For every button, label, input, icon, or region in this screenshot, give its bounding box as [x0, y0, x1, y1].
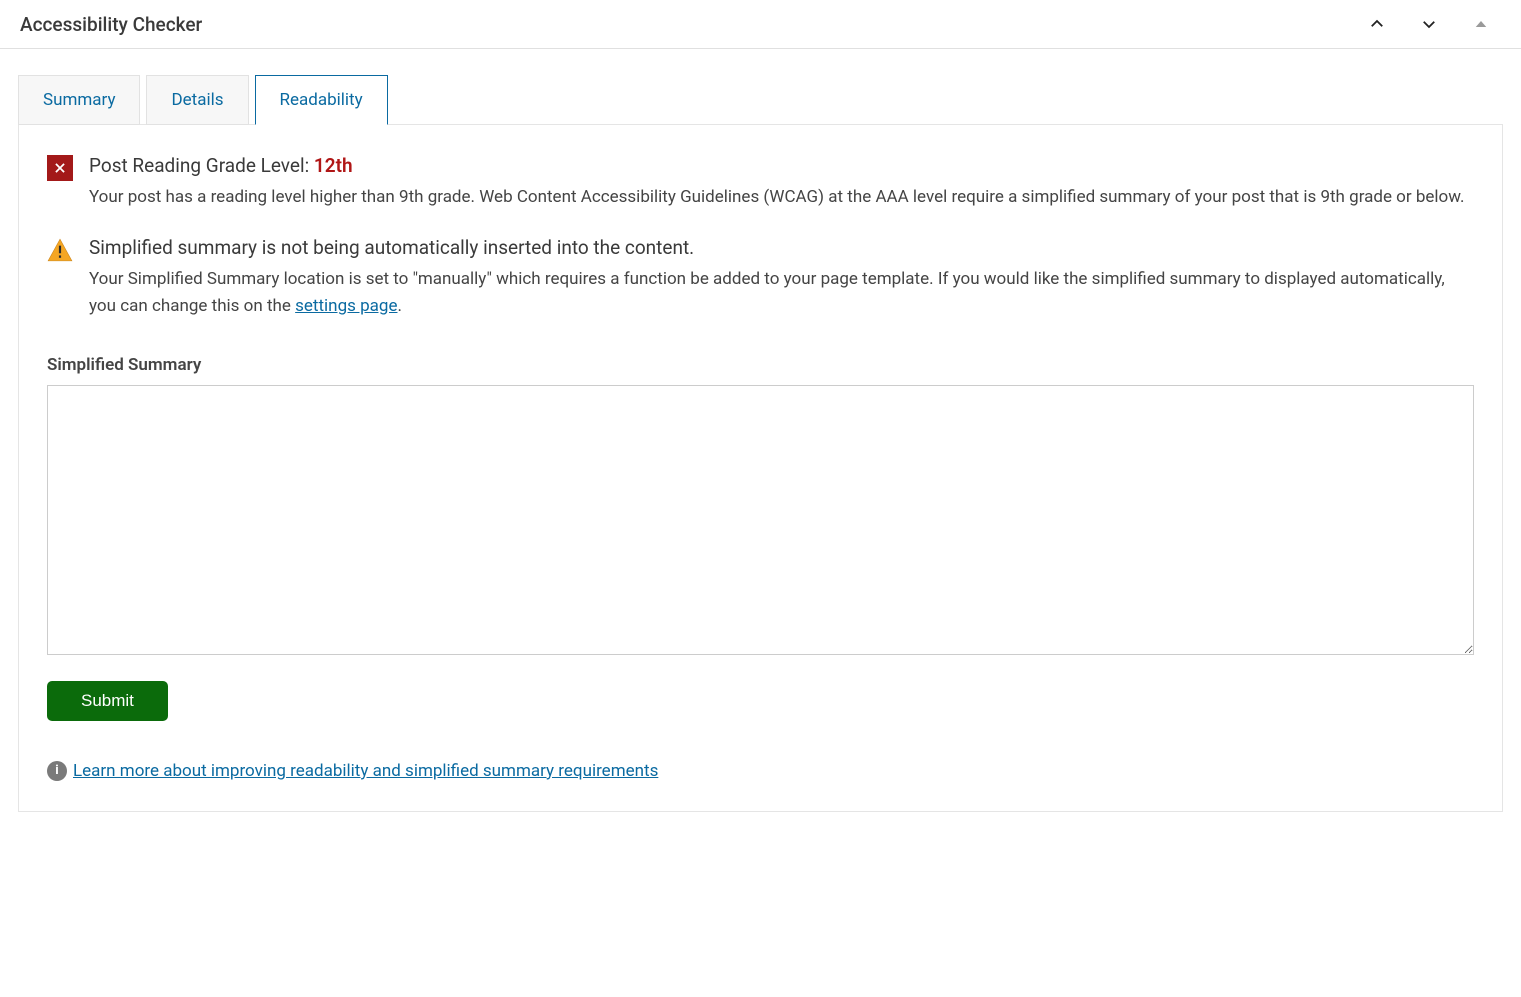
learn-more-link[interactable]: Learn more about improving readability a…: [73, 761, 658, 781]
simplified-summary-label: Simplified Summary: [47, 355, 1474, 375]
info-icon: i: [47, 761, 67, 781]
chevron-up-icon[interactable]: [1363, 10, 1391, 38]
grade-level-notice-body: Post Reading Grade Level: 12th Your post…: [89, 151, 1474, 211]
grade-level-value: 12th: [314, 154, 353, 177]
tab-summary[interactable]: Summary: [18, 75, 140, 125]
insertion-notice-description: Your Simplified Summary location is set …: [89, 266, 1474, 319]
tab-details[interactable]: Details: [146, 75, 248, 125]
learn-more-row: i Learn more about improving readability…: [47, 761, 1474, 781]
chevron-down-icon[interactable]: [1415, 10, 1443, 38]
simplified-summary-input[interactable]: [47, 385, 1474, 655]
panel-content: Summary Details Readability Post Reading…: [0, 75, 1521, 812]
insertion-notice-title: Simplified summary is not being automati…: [89, 233, 1474, 262]
insertion-desc-before: Your Simplified Summary location is set …: [89, 269, 1445, 315]
insertion-notice-body: Simplified summary is not being automati…: [89, 233, 1474, 319]
settings-page-link[interactable]: settings page: [295, 296, 397, 316]
submit-button[interactable]: Submit: [47, 681, 168, 721]
warning-icon: [47, 237, 73, 319]
grade-level-label: Post Reading Grade Level:: [89, 154, 314, 177]
error-icon: [47, 155, 73, 211]
collapse-triangle-icon[interactable]: [1467, 10, 1495, 38]
grade-level-description: Your post has a reading level higher tha…: [89, 184, 1474, 210]
accessibility-checker-panel: Accessibility Checker Summary Details Re…: [0, 0, 1521, 812]
tabs: Summary Details Readability: [18, 75, 1503, 125]
panel-title: Accessibility Checker: [20, 13, 202, 36]
readability-tab-body: Post Reading Grade Level: 12th Your post…: [18, 124, 1503, 812]
tab-readability[interactable]: Readability: [255, 75, 388, 125]
panel-header: Accessibility Checker: [0, 0, 1521, 49]
grade-level-notice: Post Reading Grade Level: 12th Your post…: [47, 151, 1474, 211]
grade-level-title: Post Reading Grade Level: 12th: [89, 151, 1474, 180]
insertion-desc-after: .: [397, 296, 401, 316]
panel-controls: [1363, 10, 1501, 38]
insertion-notice: Simplified summary is not being automati…: [47, 233, 1474, 319]
